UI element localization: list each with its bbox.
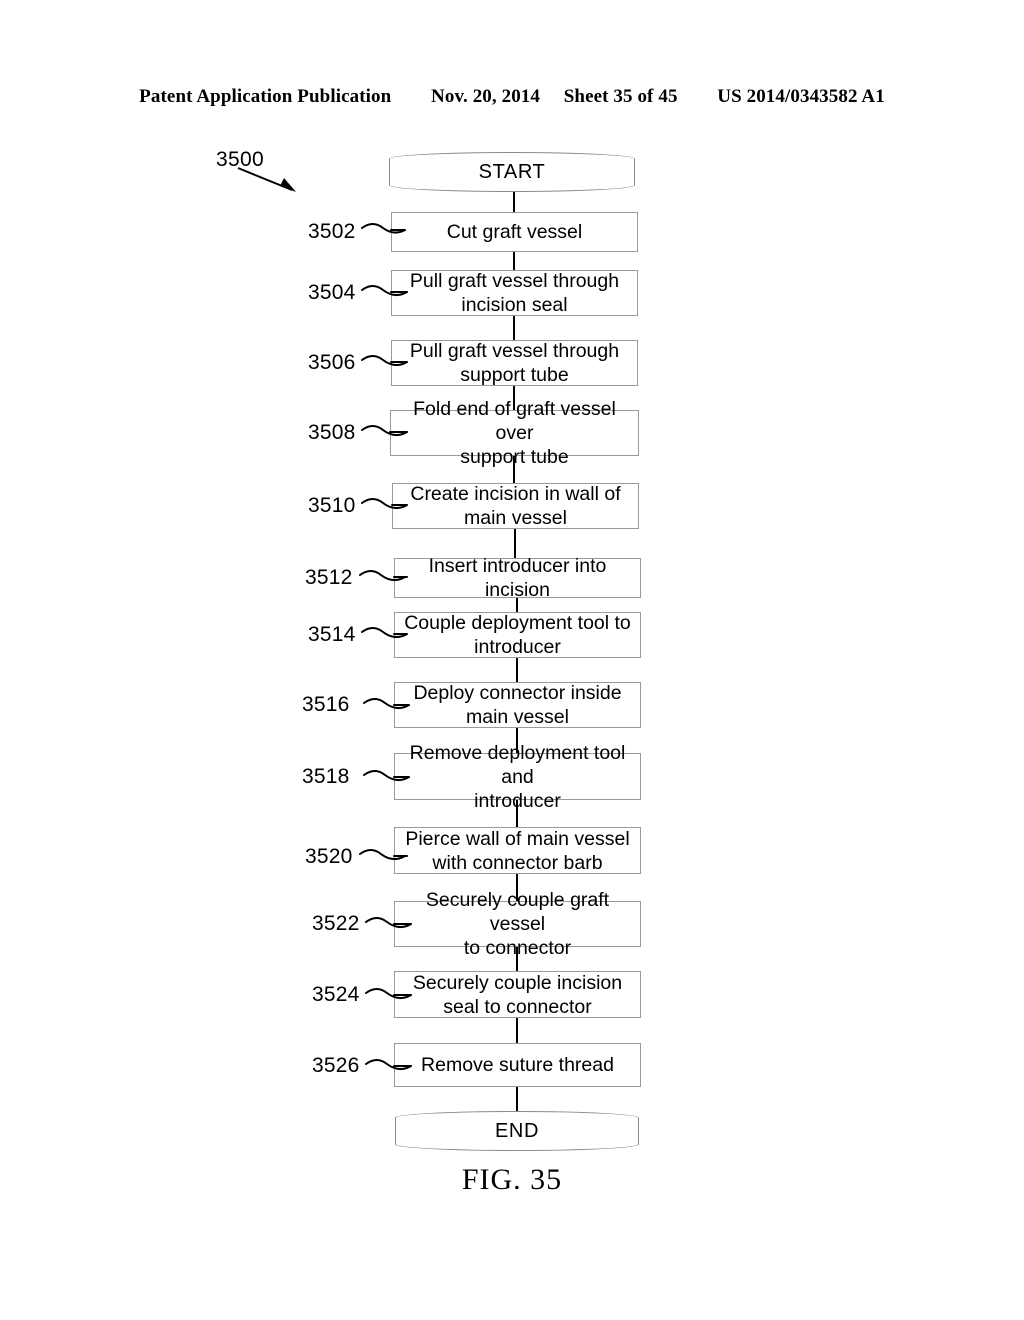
process-box-3524: Securely couple incision seal to connect… <box>394 971 641 1018</box>
process-box-3502: Cut graft vessel <box>391 212 638 252</box>
connector-3512-3514 <box>516 598 518 612</box>
ref-label-3514: 3514 <box>308 623 356 646</box>
process-box-3524-text: Securely couple incision seal to connect… <box>412 971 623 1018</box>
connector-start-3502 <box>513 192 515 212</box>
process-box-3506: Pull graft vessel through support tube <box>391 340 638 386</box>
connector-3520-3522 <box>516 874 518 901</box>
ref-label-3508: 3508 <box>308 421 356 444</box>
process-box-3516-text: Deploy connector inside main vessel <box>413 682 622 728</box>
terminator-end: END <box>395 1111 639 1151</box>
ref-label-3526: 3526 <box>312 1054 360 1077</box>
process-box-3522: Securely couple graft vessel to connecto… <box>394 889 641 959</box>
connector-3516-3518 <box>516 728 518 753</box>
process-box-3504: Pull graft vessel through incision seal <box>391 270 638 316</box>
ref-label-3520: 3520 <box>305 845 353 868</box>
process-box-3502-text: Cut graft vessel <box>446 221 583 243</box>
process-box-3506-text: Pull graft vessel through support tube <box>409 340 620 386</box>
process-box-3520-text: Pierce wall of main vessel with connecto… <box>405 827 630 874</box>
ref-label-3506: 3506 <box>308 351 356 374</box>
process-box-3526-text: Remove suture thread <box>421 1054 614 1076</box>
process-box-3520: Pierce wall of main vessel with connecto… <box>394 827 641 874</box>
process-box-3510: Create incision in wall of main vessel <box>392 483 639 529</box>
connector-3526-end <box>516 1087 518 1111</box>
ref-label-3522: 3522 <box>312 912 360 935</box>
connector-3524-3526 <box>516 1018 518 1043</box>
process-box-3514-text: Couple deployment tool to introducer <box>404 612 631 658</box>
process-box-3504-text: Pull graft vessel through incision seal <box>409 270 620 316</box>
ref-label-3516: 3516 <box>302 693 350 716</box>
flowchart-diagram: 3500 START Cut graft vessel Pull graft v… <box>0 0 1024 1320</box>
connector-3510-3512 <box>514 529 516 558</box>
process-box-3510-text: Create incision in wall of main vessel <box>410 483 621 529</box>
ref-label-3510: 3510 <box>308 494 356 517</box>
ref-label-3518: 3518 <box>302 765 350 788</box>
ref-label-3512: 3512 <box>305 566 353 589</box>
connector-3506-3508 <box>513 386 515 410</box>
process-box-3526: Remove suture thread <box>394 1043 641 1087</box>
terminator-end-label: END <box>494 1119 540 1142</box>
process-box-3508: Fold end of graft vessel over support tu… <box>390 398 639 468</box>
process-box-3518: Remove deployment tool and introducer <box>394 742 641 812</box>
figure-caption: FIG. 35 <box>461 1163 563 1196</box>
connector-3508-3510 <box>513 456 515 483</box>
ref-label-3502: 3502 <box>308 220 356 243</box>
process-box-3512-text: Insert introducer into incision <box>428 555 607 601</box>
connector-3514-3516 <box>516 658 518 682</box>
terminator-start-label: START <box>478 160 546 183</box>
connector-3502-3504 <box>513 252 515 270</box>
terminator-start: START <box>389 152 635 192</box>
ref-label-3504: 3504 <box>308 281 356 304</box>
ref-label-3524: 3524 <box>312 983 360 1006</box>
process-box-3514: Couple deployment tool to introducer <box>394 612 641 658</box>
process-box-3516: Deploy connector inside main vessel <box>394 682 641 728</box>
connector-3518-3520 <box>516 800 518 827</box>
connector-3522-3524 <box>516 947 518 971</box>
connector-3504-3506 <box>513 316 515 340</box>
diagram-reference-label: 3500 <box>216 148 264 171</box>
process-box-3512: Insert introducer into incision <box>394 555 641 601</box>
